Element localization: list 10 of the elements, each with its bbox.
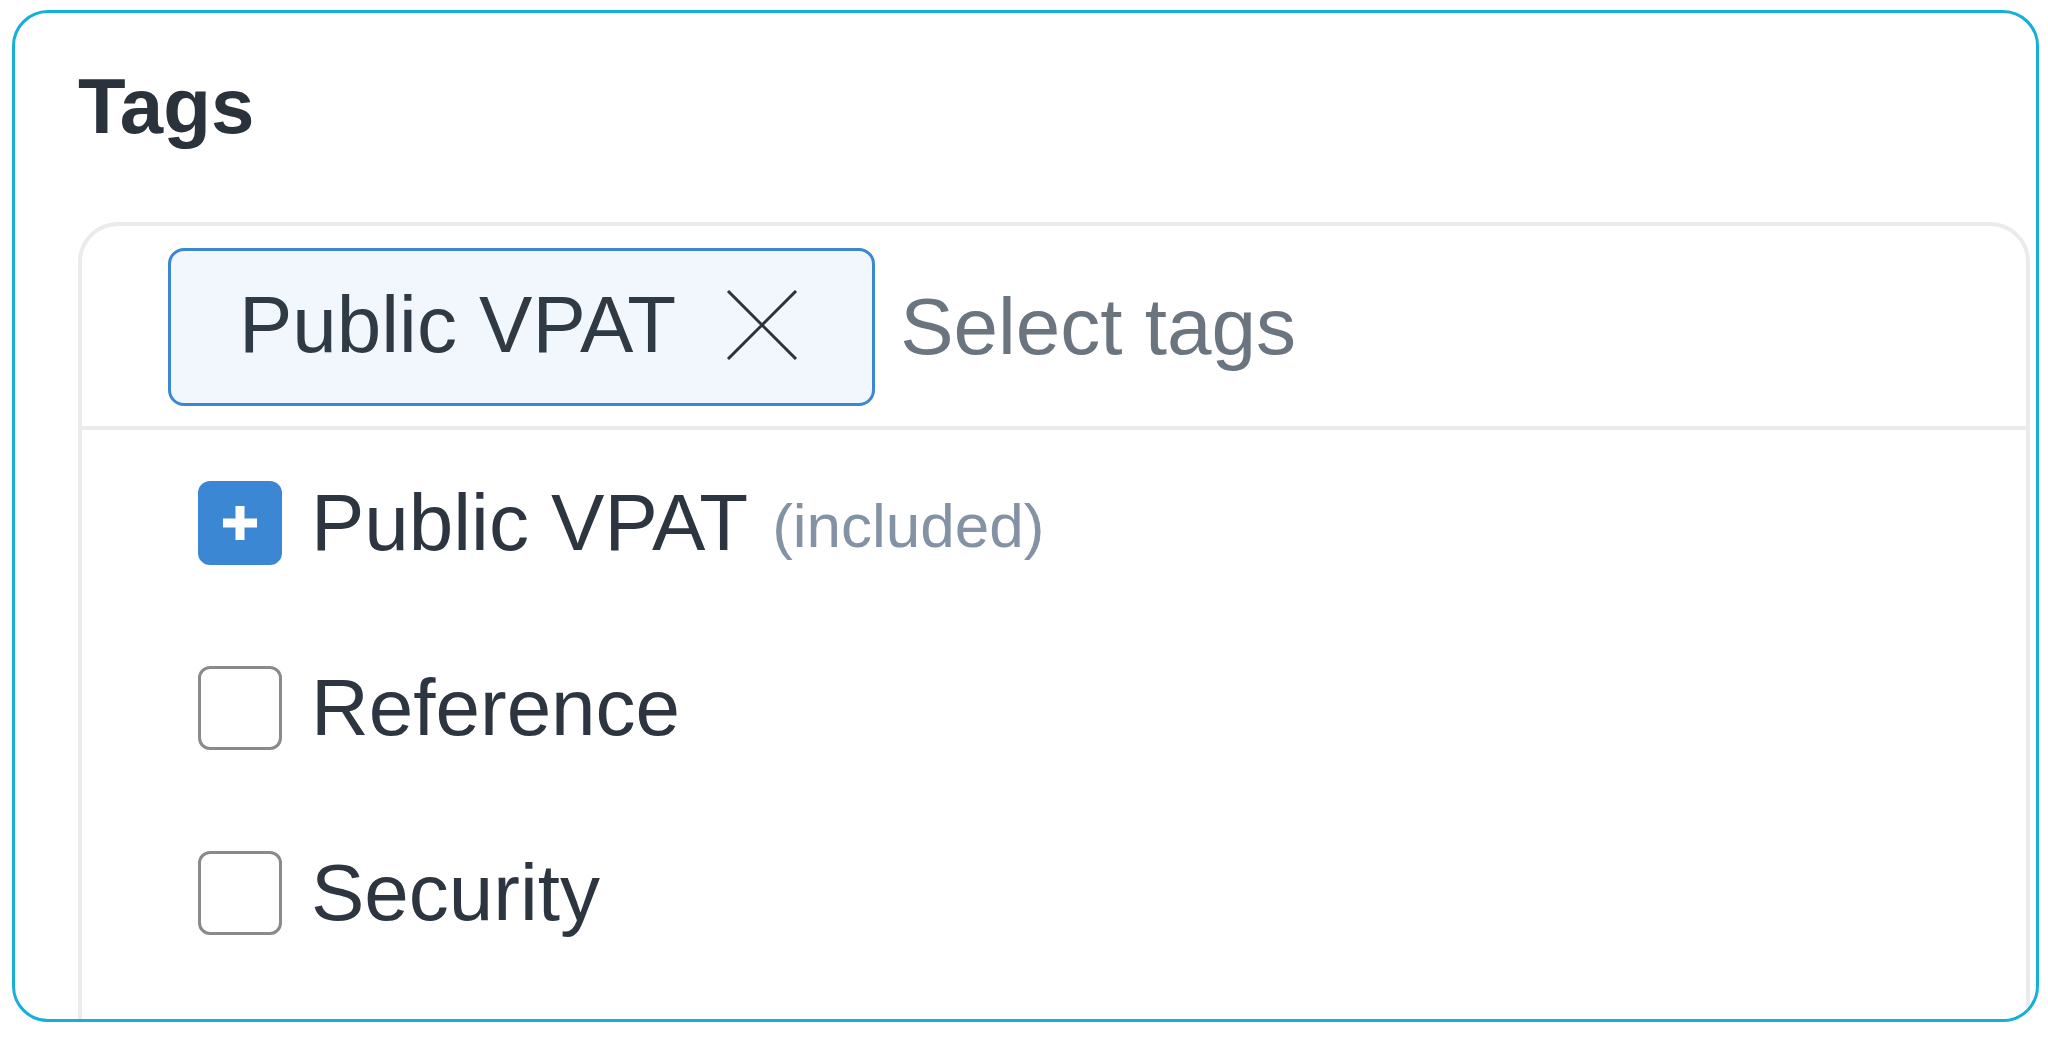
checkbox[interactable] bbox=[198, 480, 282, 565]
tag-chip-label: Public VPAT bbox=[239, 279, 677, 371]
option-label[interactable]: Public VPAT bbox=[311, 474, 749, 571]
remove-tag-close-icon[interactable] bbox=[726, 290, 799, 360]
option-label[interactable]: Reference bbox=[311, 659, 681, 756]
option-note: (included) bbox=[772, 490, 1045, 563]
checkbox[interactable] bbox=[198, 665, 282, 750]
tag-search-field[interactable]: Select tags bbox=[900, 279, 2006, 375]
checkbox[interactable] bbox=[198, 850, 282, 935]
option-label[interactable]: Security bbox=[311, 844, 600, 941]
